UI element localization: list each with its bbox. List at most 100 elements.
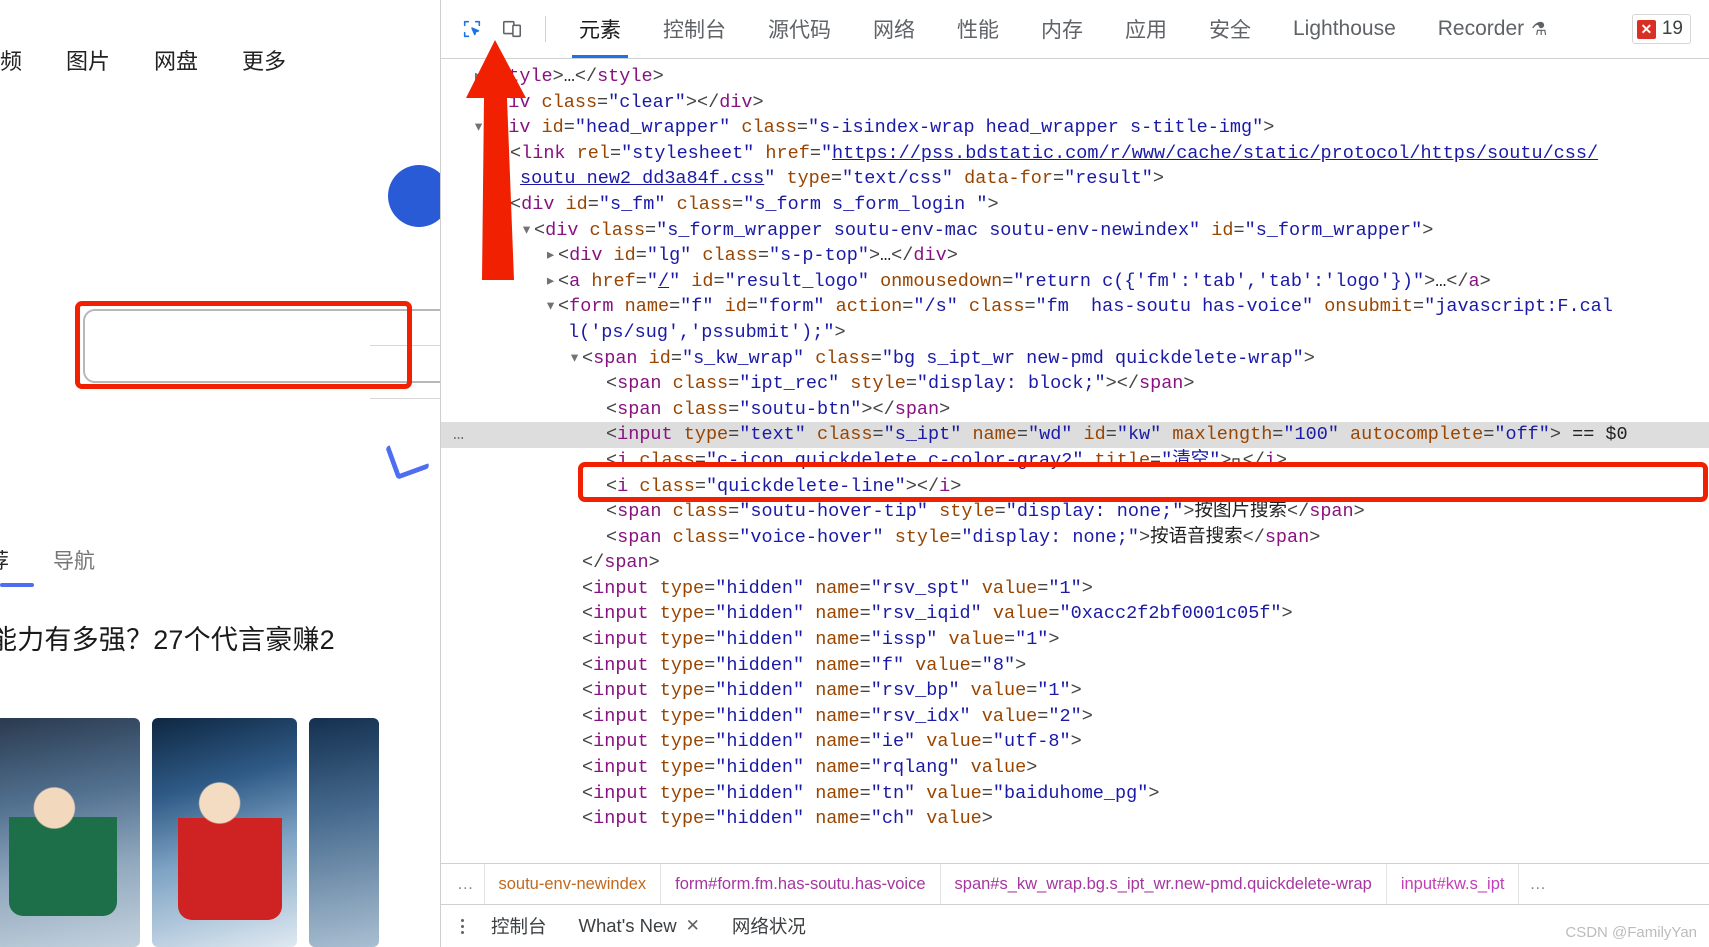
devtools-tab-4[interactable]: 性能 xyxy=(936,0,1020,58)
nav-link-0[interactable]: 视频 xyxy=(0,44,22,76)
disclosure-triangle-icon[interactable]: ▸ xyxy=(545,243,558,269)
dom-node[interactable]: ▾ <form name="f" id="form" action="/s" cl… xyxy=(441,294,1709,320)
dom-token-val: "c-icon quickdelete c-color-gray2" xyxy=(705,449,1084,471)
dom-node[interactable]: <span class="soutu-btn"></span> xyxy=(441,397,1709,423)
dom-node-selected[interactable]: … <input type="text" class="s_ipt" name=… xyxy=(441,422,1709,448)
breadcrumb-item-2[interactable]: form#form.fm.has-soutu.has-voice xyxy=(661,864,941,904)
dom-token-punct: < xyxy=(582,347,594,369)
devtools-tab-8[interactable]: Lighthouse xyxy=(1272,0,1417,58)
drawer-tab-0[interactable]: 控制台 xyxy=(475,913,563,939)
breadcrumb-item-4[interactable]: input#kw.s_ipt xyxy=(1387,864,1520,904)
disclosure-triangle-icon[interactable]: ▸ xyxy=(473,64,486,90)
dom-node[interactable]: ▸ <div id="lg" class="s-p-top">…</div> xyxy=(441,243,1709,269)
disclosure-triangle-icon[interactable]: ▾ xyxy=(497,192,510,218)
baidu-search-input[interactable] xyxy=(83,309,440,383)
dom-token-txt xyxy=(804,757,815,778)
drawer-tab-1[interactable]: What's New ✕ xyxy=(563,915,716,937)
feed-headline[interactable]: 能力有多强？27个代言豪赚2 xyxy=(0,618,440,657)
dom-token-txt xyxy=(937,629,948,650)
dom-token-eq: = xyxy=(704,808,716,830)
dom-token-eq: = xyxy=(728,526,740,548)
dom-token-eq: = xyxy=(859,705,871,727)
devtools-tab-1[interactable]: 控制台 xyxy=(642,0,747,58)
dom-node[interactable]: <input type="hidden" name="rsv_idx" valu… xyxy=(441,704,1709,730)
devtools-tab-7[interactable]: 安全 xyxy=(1188,0,1272,58)
devtools-tab-9[interactable]: Recorder ⚗ xyxy=(1417,0,1569,58)
breadcrumb-item-1[interactable]: soutu-env-newindex xyxy=(485,864,662,904)
dom-node[interactable]: <i class="c-icon quickdelete c-color-gra… xyxy=(441,448,1709,474)
dom-node[interactable]: ▾ <div id="s_fm" class="s_form s_form_log… xyxy=(441,192,1709,218)
dom-node[interactable]: ▾ <span id="s_kw_wrap" class="bg s_ipt_wr… xyxy=(441,346,1709,372)
dom-node[interactable]: <input type="hidden" name="rsv_spt" valu… xyxy=(441,576,1709,602)
dom-node[interactable]: <input type="hidden" name="rsv_bp" value… xyxy=(441,678,1709,704)
breadcrumb-item-3[interactable]: span#s_kw_wrap.bg.s_ipt_wr.new-pmd.quick… xyxy=(941,864,1387,904)
nav-link-1[interactable]: 图片 xyxy=(66,44,110,76)
disclosure-triangle-icon[interactable]: ▾ xyxy=(569,346,582,372)
disclosure-triangle-icon[interactable]: ▸ xyxy=(545,269,558,295)
feed-tab-0[interactable]: 荐 xyxy=(0,545,9,575)
disclosure-triangle-icon[interactable]: ▾ xyxy=(545,294,558,320)
close-icon[interactable]: ✕ xyxy=(686,916,700,936)
disclosure-triangle-icon[interactable]: ▾ xyxy=(473,115,486,141)
feed-thumbnail[interactable] xyxy=(152,718,297,947)
feed-thumbnail[interactable] xyxy=(0,718,140,947)
dom-node[interactable]: <input type="hidden" name="f" value="8"> xyxy=(441,653,1709,679)
inspect-element-icon[interactable] xyxy=(453,10,491,48)
dom-node[interactable]: <input type="hidden" name="issp" value="… xyxy=(441,627,1709,653)
dom-token-punct: </ xyxy=(916,475,940,497)
feed-thumbnail[interactable] xyxy=(309,718,379,947)
dom-node[interactable]: <link rel="stylesheet" href="https://pss… xyxy=(441,141,1709,167)
dom-node[interactable]: ▾ <div class="s_form_wrapper soutu-env-ma… xyxy=(441,218,1709,244)
feed-tab-1[interactable]: 导航 xyxy=(53,545,95,575)
dom-token-val: "s_form s_form_login " xyxy=(743,193,988,215)
error-count-badge[interactable]: ✕ 19 xyxy=(1631,14,1691,44)
dom-node[interactable]: <span class="voice-hover" style="display… xyxy=(441,525,1709,551)
dom-node[interactable]: <input type="hidden" name="rqlang" value… xyxy=(441,755,1709,781)
devtools-tab-3[interactable]: 网络 xyxy=(852,0,936,58)
dom-token-val: "f" xyxy=(870,654,905,676)
dom-node[interactable]: ▸ <style>…</style> xyxy=(441,64,1709,90)
dom-node[interactable]: l('ps/sug','pssubmit');"> xyxy=(441,320,1709,346)
dom-node[interactable]: <span class="soutu-hover-tip" style="dis… xyxy=(441,499,1709,525)
drawer-more-icon[interactable] xyxy=(449,918,475,934)
dom-token-link[interactable]: / xyxy=(658,271,669,292)
dom-node[interactable]: </span> xyxy=(441,550,1709,576)
dom-node[interactable]: <span class="ipt_rec" style="display: bl… xyxy=(441,371,1709,397)
dom-token-attr: name xyxy=(815,603,860,625)
nav-link-3[interactable]: 更多 xyxy=(242,44,286,76)
dom-token-txt xyxy=(1313,296,1324,317)
dom-token-tag: input xyxy=(593,705,649,727)
dom-token-txt xyxy=(915,731,926,752)
dom-node[interactable]: soutu_new2_dd3a84f.css" type="text/css" … xyxy=(441,166,1709,192)
disclosure-triangle-icon[interactable]: ▾ xyxy=(521,218,534,244)
dom-node[interactable]: <input type="hidden" name="tn" value="ba… xyxy=(441,781,1709,807)
dom-node[interactable]: ▾ <div id="head_wrapper" class="s-isindex… xyxy=(441,115,1709,141)
devtools-tab-0[interactable]: 元素 xyxy=(558,0,642,58)
nav-link-2[interactable]: 网盘 xyxy=(154,44,198,76)
dom-token-attr: maxlength xyxy=(1172,424,1273,446)
drawer-tab-2[interactable]: 网络状况 xyxy=(716,913,822,939)
dom-node[interactable]: <input type="hidden" name="ie" value="ut… xyxy=(441,729,1709,755)
device-toolbar-icon[interactable] xyxy=(493,10,531,48)
dom-token-txt xyxy=(662,399,673,420)
devtools-tab-5[interactable]: 内存 xyxy=(1020,0,1104,58)
dom-node[interactable]: <input type="hidden" name="rsv_iqid" val… xyxy=(441,601,1709,627)
dom-token-tag: i xyxy=(617,475,629,497)
breadcrumb-item-5[interactable]: … xyxy=(1519,864,1556,904)
dom-tree-view[interactable]: ▸ <style>…</style> <div class="clear"></d… xyxy=(441,59,1709,863)
devtools-tab-2[interactable]: 源代码 xyxy=(747,0,852,58)
dom-node[interactable]: <i class="quickdelete-line"></i> xyxy=(441,474,1709,500)
dom-node[interactable]: <input type="hidden" name="ch" value> xyxy=(441,806,1709,832)
dom-node[interactable]: <div class="clear"></div> xyxy=(441,90,1709,116)
dom-token-link[interactable]: https://pss.bdstatic.com/r/www/cache/sta… xyxy=(832,143,1598,164)
dom-token-attr: href xyxy=(591,270,636,292)
devtools-tab-6[interactable]: 应用 xyxy=(1104,0,1188,58)
drawer-tab-label: What's New xyxy=(578,915,677,936)
breadcrumb-item-0[interactable]: … xyxy=(447,864,485,904)
dom-token-link[interactable]: soutu_new2_dd3a84f.css xyxy=(520,168,764,189)
dom-node[interactable]: ▸ <a href="/" id="result_logo" onmousedow… xyxy=(441,269,1709,295)
